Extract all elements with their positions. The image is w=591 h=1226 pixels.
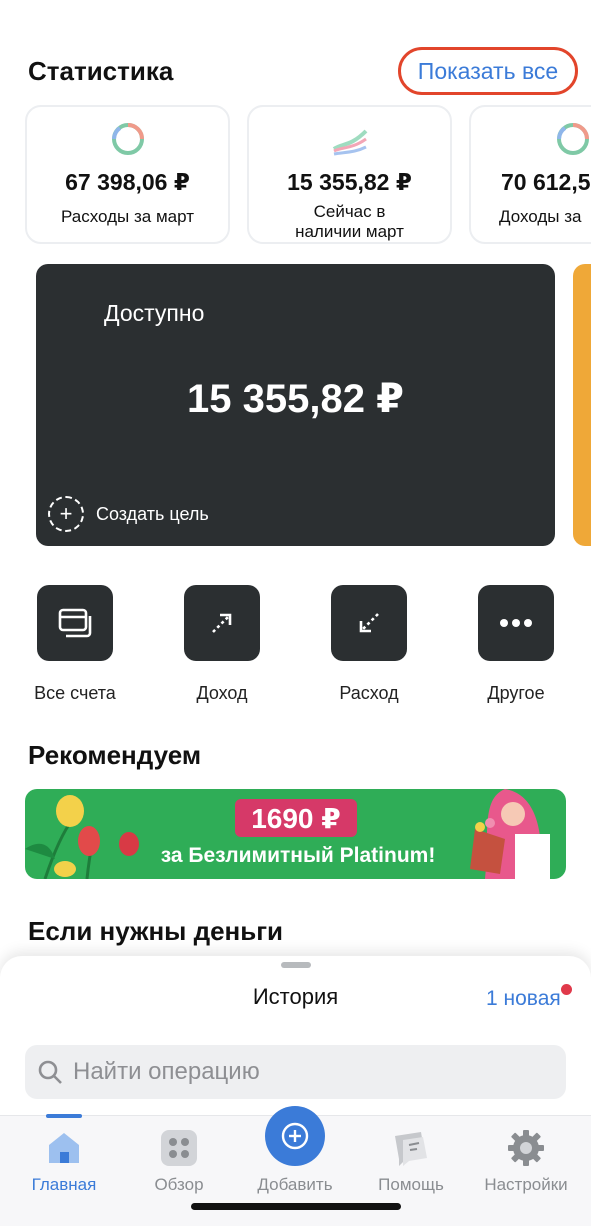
tab-label: Главная: [31, 1175, 97, 1194]
new-operations-link[interactable]: 1 новая: [486, 987, 561, 1011]
girl-with-flowers-illustration: [470, 789, 550, 879]
home-icon: [44, 1128, 84, 1168]
available-balance: 15 355,82 ₽: [187, 377, 404, 421]
money-section-title: Если нужны деньги: [28, 916, 284, 946]
donut-chart-icon: [111, 123, 144, 155]
action-label: Доход: [196, 683, 248, 703]
create-goal-button[interactable]: + Создать цель: [48, 496, 209, 532]
search-icon: [38, 1060, 62, 1084]
tab-help[interactable]: Помощь: [356, 1128, 466, 1195]
search-operation-field[interactable]: Найти операцию: [25, 1045, 566, 1099]
tab-label: Помощь: [378, 1175, 444, 1194]
stat-amount: 70 612,5: [501, 169, 591, 195]
promo-caption: за Безлимитный Platinum!: [160, 844, 436, 867]
tab-home[interactable]: Главная: [9, 1128, 119, 1195]
stat-card-expenses[interactable]: 67 398,06 ₽ Расходы за март: [25, 105, 230, 244]
home-indicator: [191, 1203, 401, 1210]
stat-amount: 67 398,06 ₽: [65, 169, 190, 195]
balance-card[interactable]: Доступно 15 355,82 ₽ + Создать цель: [36, 264, 555, 546]
cards-icon: [37, 585, 113, 661]
action-expense[interactable]: Расход: [309, 585, 429, 704]
stat-card-income[interactable]: 70 612,5 Доходы за: [469, 105, 591, 244]
drag-handle[interactable]: [281, 962, 311, 968]
statistics-title: Статистика: [28, 56, 174, 86]
tab-overview[interactable]: Обзор: [124, 1128, 234, 1195]
add-button[interactable]: [265, 1106, 325, 1166]
wave-chart-icon: [332, 129, 367, 156]
chat-icon: [391, 1128, 431, 1168]
tab-add[interactable]: Добавить: [240, 1175, 350, 1195]
tab-settings[interactable]: Настройки: [471, 1128, 581, 1195]
arrow-down-left-icon: [331, 585, 407, 661]
tab-label: Настройки: [484, 1175, 568, 1194]
notification-dot: [561, 984, 572, 995]
stat-label: Сейчас в наличии март: [249, 202, 450, 242]
promo-banner[interactable]: 1690 ₽ за Безлимитный Platinum!: [25, 789, 566, 879]
gear-icon: [506, 1128, 546, 1168]
action-other[interactable]: Другое: [456, 585, 576, 704]
stat-amount: 15 355,82 ₽: [287, 169, 412, 195]
tab-label: Обзор: [154, 1175, 204, 1194]
tulips-illustration: [25, 795, 139, 879]
action-all-accounts[interactable]: Все счета: [15, 585, 135, 704]
stat-card-cash[interactable]: 15 355,82 ₽ Сейчас в наличии март: [247, 105, 452, 244]
action-income[interactable]: Доход: [162, 585, 282, 704]
search-placeholder: Найти операцию: [73, 1058, 260, 1085]
promo-price: 1690 ₽: [235, 799, 357, 837]
stat-label: Расходы за март: [61, 207, 194, 226]
recommend-title: Рекомендуем: [28, 740, 202, 770]
active-tab-indicator: [46, 1114, 82, 1118]
show-all-link[interactable]: Показать все: [398, 47, 578, 95]
create-goal-label: Создать цель: [96, 503, 209, 524]
plus-icon: +: [48, 496, 84, 532]
next-card-peek[interactable]: [573, 264, 591, 546]
action-label: Расход: [339, 683, 399, 703]
donut-chart-icon: [557, 123, 589, 155]
tab-label: Добавить: [257, 1175, 333, 1194]
action-label: Другое: [487, 683, 545, 703]
plus-icon: [281, 1122, 309, 1150]
available-label: Доступно: [104, 300, 205, 326]
stat-label: Доходы за: [499, 207, 582, 226]
more-icon: [478, 585, 554, 661]
grid-icon: [159, 1128, 199, 1168]
stat-label-line: наличии март: [295, 222, 404, 241]
action-label: Все счета: [34, 683, 116, 703]
arrow-up-right-icon: [184, 585, 260, 661]
stat-label-line: Сейчас в: [313, 202, 386, 221]
